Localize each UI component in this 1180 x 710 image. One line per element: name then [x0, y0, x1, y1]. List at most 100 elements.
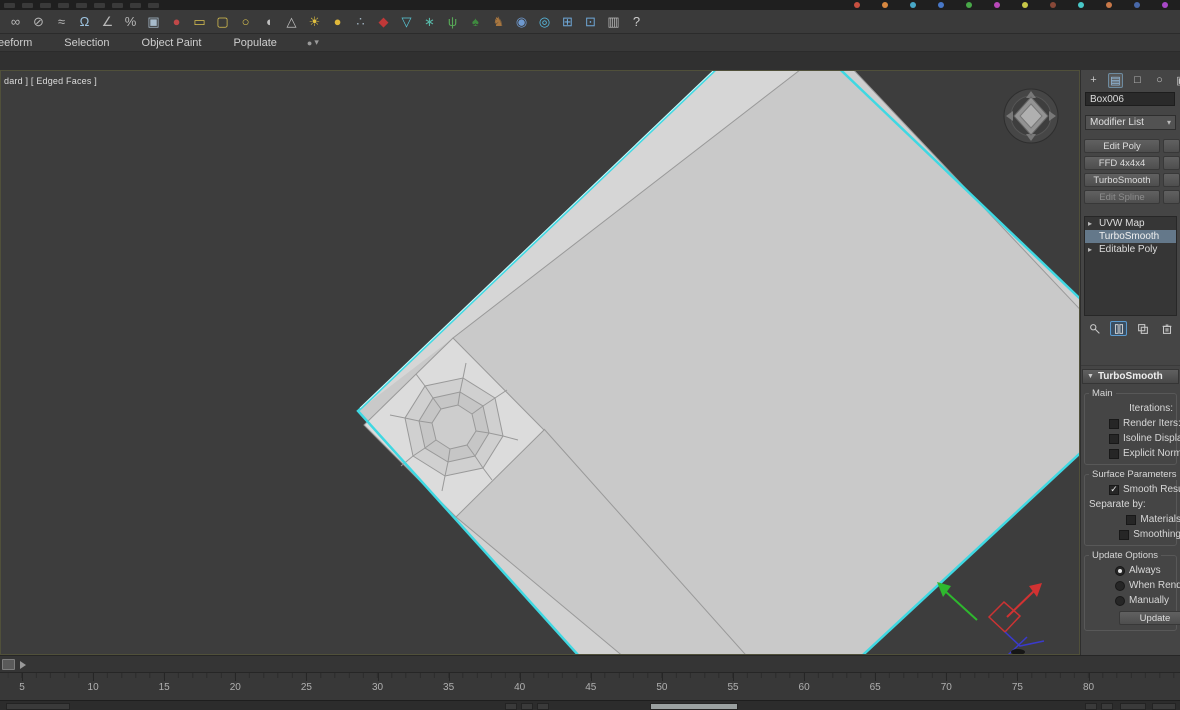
modifier-set-button-partial[interactable]	[1163, 190, 1180, 204]
always-radio[interactable]	[1115, 565, 1125, 576]
modifier-list-dropdown[interactable]: Modifier List ▾	[1085, 115, 1176, 130]
status-bar	[0, 700, 1180, 710]
ribbon-tab-bar: eeform Selection Object Paint Populate	[0, 34, 293, 51]
modifier-set-button-partial[interactable]	[1163, 156, 1180, 170]
monitor-alt-icon[interactable]: ⊡	[581, 12, 600, 31]
modifier-set-button-partial[interactable]	[1163, 173, 1180, 187]
clipped-toolbar-icon	[22, 2, 33, 8]
frame-number: 40	[514, 682, 526, 693]
command-panel: +▤□○▣≡ Modifier List ▾ Edit Poly FFD 4x4…	[1080, 70, 1180, 655]
show-end-result-icon[interactable]	[1110, 321, 1127, 336]
when-rendering-radio[interactable]	[1115, 580, 1125, 591]
isoline-display-checkbox[interactable]	[1109, 433, 1119, 444]
expand-arrow-icon[interactable]: ▸	[1088, 245, 1096, 254]
frame-tick	[164, 673, 166, 681]
frame-tick	[661, 673, 663, 681]
frame-number: 55	[727, 682, 739, 693]
material-sample-icon[interactable]: ●	[167, 12, 186, 31]
plant-icon[interactable]: ψ	[443, 12, 462, 31]
tree-icon[interactable]: ♠	[466, 12, 485, 31]
make-unique-icon[interactable]	[1134, 321, 1151, 336]
remove-modifier-icon[interactable]	[1158, 321, 1175, 336]
status-bar-icon[interactable]	[1101, 703, 1113, 710]
columns-icon[interactable]: ▥	[604, 12, 623, 31]
ribbon-tab-object-paint[interactable]: Object Paint	[126, 34, 218, 51]
cone-shape-icon[interactable]: △	[282, 12, 301, 31]
modifier-set-button-partial[interactable]	[1163, 139, 1180, 153]
smoothing-groups-checkbox[interactable]	[1119, 529, 1130, 540]
ffd-4x4x4-button[interactable]: FFD 4x4x4	[1084, 156, 1160, 170]
rectangle-shape-icon[interactable]: ▭	[190, 12, 209, 31]
axis-gizmo[interactable]	[937, 582, 1045, 654]
sphere-icon[interactable]: ●	[328, 12, 347, 31]
orbit-sphere-icon[interactable]: ◎	[535, 12, 554, 31]
tab-display[interactable]: ▣	[1174, 73, 1180, 88]
ribbon-overflow-button[interactable]: ● ▾	[307, 37, 319, 48]
next-frame-icon[interactable]	[20, 661, 26, 669]
check-icon: ✓	[1110, 484, 1118, 494]
track-bar[interactable]: 5 10 15 20 25 30 35 40 45 50 55 60 65 70 75 80	[0, 673, 1180, 700]
edit-poly-button[interactable]: Edit Poly	[1084, 139, 1160, 153]
smooth-result-checkbox[interactable]: ✓	[1109, 484, 1119, 495]
status-bar-icon[interactable]	[505, 703, 517, 710]
time-slider-handle[interactable]	[2, 659, 15, 670]
stack-item-editable-poly[interactable]: ▸ Editable Poly	[1085, 243, 1176, 256]
smooth-result-label: Smooth Result	[1123, 484, 1180, 495]
sun-icon[interactable]: ☀	[305, 12, 324, 31]
camera-icon[interactable]: ▣	[144, 12, 163, 31]
clipped-toolbar-icon	[938, 2, 944, 8]
ribbon-tab-eeform[interactable]: eeform	[0, 34, 48, 51]
render-iters-checkbox[interactable]	[1109, 418, 1119, 429]
status-bar-icon[interactable]	[537, 703, 549, 710]
rounded-rectangle-shape-icon[interactable]: ▢	[213, 12, 232, 31]
explicit-normals-checkbox[interactable]	[1109, 448, 1119, 459]
unlink-selection-icon[interactable]: ⊘	[29, 12, 48, 31]
tab-motion[interactable]: ○	[1152, 73, 1167, 88]
stack-item-turbosmooth[interactable]: TurboSmooth	[1085, 230, 1176, 243]
object-name-field[interactable]	[1085, 92, 1175, 106]
globe-icon[interactable]: ◉	[512, 12, 531, 31]
horse-icon[interactable]: ♞	[489, 12, 508, 31]
snaps-toggle-icon[interactable]: Ω	[75, 12, 94, 31]
ribbon-tab-selection[interactable]: Selection	[48, 34, 125, 51]
frame-number: 5	[19, 682, 25, 693]
pin-stack-icon[interactable]	[1086, 321, 1103, 336]
box006-object[interactable]	[356, 71, 1079, 654]
explicit-normals-label: Explicit Normals	[1123, 448, 1180, 459]
select-and-link-icon[interactable]: ∞	[6, 12, 25, 31]
tab-hierarchy[interactable]: □	[1130, 73, 1145, 88]
monitor-icon[interactable]: ⊞	[558, 12, 577, 31]
status-bar-icon[interactable]	[521, 703, 533, 710]
frame-number: 60	[798, 682, 810, 693]
tab-modify[interactable]: ▤	[1108, 72, 1123, 88]
turbosmooth-button[interactable]: TurboSmooth	[1084, 173, 1160, 187]
help-icon[interactable]: ?	[627, 12, 646, 31]
manually-radio[interactable]	[1115, 595, 1125, 606]
capsule-shape-icon[interactable]: ◖	[259, 12, 278, 31]
edit-spline-button[interactable]: Edit Spline	[1084, 190, 1160, 204]
status-bar-icon[interactable]	[1085, 703, 1097, 710]
viewport-shading-label[interactable]: dard ] [ Edged Faces ]	[4, 76, 97, 86]
materials-checkbox[interactable]	[1126, 514, 1137, 525]
droplet-icon[interactable]: ◆	[374, 12, 393, 31]
clipped-toolbar-icon	[882, 2, 888, 8]
flask-icon[interactable]: ▽	[397, 12, 416, 31]
gear-flask-icon[interactable]: ∗	[420, 12, 439, 31]
scatter-particles-icon[interactable]: ∴	[351, 12, 370, 31]
expand-arrow-icon[interactable]: ▸	[1088, 219, 1096, 228]
clipped-toolbar-icon	[1078, 2, 1084, 8]
stack-item-uvw-map[interactable]: ▸ UVW Map	[1085, 217, 1176, 230]
status-bar-field[interactable]	[650, 703, 738, 710]
angle-snap-icon[interactable]: ∠	[98, 12, 117, 31]
percent-snap-icon[interactable]: %	[121, 12, 140, 31]
viewcube[interactable]	[1003, 88, 1059, 144]
perspective-viewport[interactable]: dard ] [ Edged Faces ]	[0, 70, 1080, 655]
tab-create[interactable]: +	[1086, 73, 1101, 88]
ribbon-tab-populate[interactable]: Populate	[217, 34, 292, 51]
time-slider-track[interactable]	[0, 655, 1180, 673]
update-button[interactable]: Update	[1119, 611, 1180, 625]
bind-to-space-warp-icon[interactable]: ≈	[52, 12, 71, 31]
group-main-label: Main	[1089, 388, 1116, 399]
circle-shape-icon[interactable]: ○	[236, 12, 255, 31]
rollout-turbosmooth-header[interactable]: ▼ TurboSmooth	[1082, 369, 1179, 384]
